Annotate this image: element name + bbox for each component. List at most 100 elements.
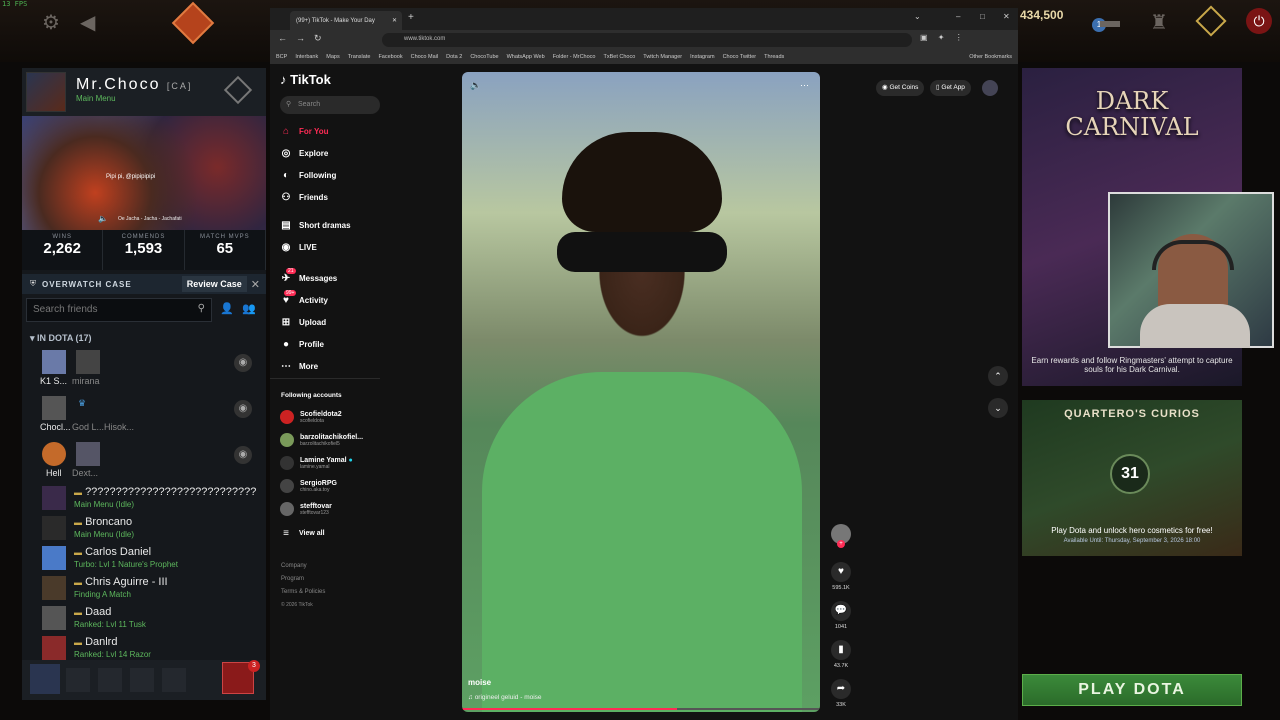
video-player[interactable]: 🔈 ⋯ moise ♫ origineel geluid - moise: [462, 72, 820, 712]
share-button[interactable]: ➦ 33K: [830, 679, 852, 708]
extensions-icon[interactable]: ▣ ✦ ⋮: [920, 33, 967, 42]
prev-video-button[interactable]: ⌃: [988, 366, 1008, 386]
address-bar[interactable]: www.tiktok.com: [382, 33, 912, 47]
nav-upload[interactable]: ⊞ Upload: [280, 317, 326, 328]
dota-logo-icon[interactable]: [171, 1, 215, 45]
close-window-icon[interactable]: ✕: [1003, 12, 1010, 21]
plus-subscription-icon[interactable]: [1195, 5, 1227, 37]
armory-icon[interactable]: ♜: [1150, 10, 1168, 35]
reload-icon[interactable]: ↻: [314, 33, 322, 44]
spectate-eye-icon[interactable]: ◉: [234, 400, 252, 418]
view-all-link[interactable]: ≡ View all: [280, 528, 324, 539]
settings-gear-icon[interactable]: ⚙: [42, 10, 60, 35]
party-row[interactable]: ♛ Chocl... God L...Hisok... ◉: [40, 394, 260, 434]
nav-following[interactable]: ◐ Following: [280, 170, 336, 181]
nav-short-dramas[interactable]: ▤ Short dramas: [280, 220, 350, 231]
list-item[interactable]: ▬ Broncano Main Menu (Idle): [42, 514, 262, 544]
next-video-button[interactable]: ⌄: [988, 398, 1008, 418]
empty-party-slot[interactable]: [98, 668, 122, 692]
profile-header[interactable]: Mr.Choco [CA] Main Menu: [22, 68, 266, 116]
avatar[interactable]: [30, 664, 60, 694]
get-app-button[interactable]: ▯ Get App: [930, 80, 971, 96]
minimize-icon[interactable]: –: [956, 12, 960, 21]
nav-for-you[interactable]: ⌂ For You: [280, 126, 329, 137]
nav-friends[interactable]: ⚇ Friends: [280, 192, 328, 203]
search-friends-input[interactable]: Search friends ⚲: [26, 298, 212, 322]
spectate-eye-icon[interactable]: ◉: [234, 354, 252, 372]
list-item[interactable]: ▬ Carlos Daniel Turbo: Lvl 1 Nature's Pr…: [42, 544, 262, 574]
list-item[interactable]: ▬ Daad Ranked: Lvl 11 Tusk: [42, 604, 262, 634]
bookmark-item[interactable]: Twitch Manager: [643, 54, 682, 60]
bookmark-item[interactable]: Other Bookmarks: [969, 54, 1012, 60]
friends-group-icon[interactable]: 👥: [242, 302, 256, 315]
nav-more[interactable]: ⋯ More: [280, 361, 318, 372]
bookmark-item[interactable]: Facebook: [378, 54, 402, 60]
list-item[interactable]: ▬ Chris Aguirre - III Finding A Match: [42, 574, 262, 604]
bookmark-item[interactable]: Dota 2: [446, 54, 462, 60]
add-friend-icon[interactable]: 👤: [220, 302, 234, 315]
empty-party-slot[interactable]: [66, 668, 90, 692]
bookmark-item[interactable]: Interbank: [295, 54, 318, 60]
search-input[interactable]: ⚲ Search: [280, 96, 380, 114]
following-account[interactable]: barzolitachikofiel... barzolitachikofiel5: [280, 433, 363, 447]
nav-live[interactable]: ◉ LIVE: [280, 242, 317, 253]
power-icon[interactable]: ⏻: [1246, 8, 1272, 34]
bookmark-item[interactable]: Translate: [348, 54, 371, 60]
bookmark-item[interactable]: Instagram: [690, 54, 714, 60]
review-case-button[interactable]: Review Case: [181, 276, 247, 292]
bookmark-item[interactable]: Maps: [326, 54, 339, 60]
list-item[interactable]: ▬ ???????????????????????????? Main Menu…: [42, 484, 262, 514]
rank-medal-icon[interactable]: [223, 75, 253, 105]
footer-terms[interactable]: Terms & Policies: [281, 586, 325, 599]
bookmark-item[interactable]: WhatsApp Web: [507, 54, 545, 60]
following-account[interactable]: SergioRPG chino.aka.toy: [280, 479, 337, 493]
nav-messages[interactable]: ✈ Messages: [280, 273, 337, 284]
party-row[interactable]: Hell Dext... ◉: [40, 440, 260, 480]
bookmark-item[interactable]: Threads: [764, 54, 784, 60]
back-icon[interactable]: ←: [278, 33, 287, 43]
bookmark-item[interactable]: BCP: [276, 54, 287, 60]
tab-tiktok[interactable]: (99+) TikTok - Make Your Day ✕: [290, 11, 402, 30]
progress-track[interactable]: [462, 708, 820, 710]
maximize-icon[interactable]: □: [980, 12, 985, 21]
following-account[interactable]: Scofieldota2 scofieldota: [280, 410, 342, 424]
following-account[interactable]: stefftovar stefftovar123: [280, 502, 332, 516]
close-icon[interactable]: ✕: [251, 278, 260, 291]
nav-explore[interactable]: ◎ Explore: [280, 148, 329, 159]
tickets-icon[interactable]: ▬: [1100, 10, 1120, 33]
back-arrow-icon[interactable]: ◀: [80, 10, 95, 35]
bookmark-item[interactable]: Folder - MrChoco: [553, 54, 596, 60]
play-dota-button[interactable]: PLAY DOTA: [1022, 674, 1242, 706]
spectate-eye-icon[interactable]: ◉: [234, 446, 252, 464]
close-tab-icon[interactable]: ✕: [392, 17, 397, 24]
video-sound[interactable]: ♫ origineel geluid - moise: [468, 694, 542, 701]
bookmark-item[interactable]: Choco Twitter: [723, 54, 757, 60]
more-options-icon[interactable]: ⋯: [800, 80, 809, 91]
bookmark-item[interactable]: TxBet Choco: [603, 54, 635, 60]
mute-icon[interactable]: 🔈: [470, 80, 481, 91]
footer-program[interactable]: Program: [281, 573, 325, 586]
like-button[interactable]: ♥ 595.1K: [830, 562, 852, 591]
bookmark-item[interactable]: ChocoTube: [470, 54, 498, 60]
avatar[interactable]: [26, 72, 66, 112]
comment-button[interactable]: 💬 1041: [830, 601, 852, 630]
empty-party-slot[interactable]: [130, 668, 154, 692]
footer-company[interactable]: Company: [281, 560, 325, 573]
bookmark-item[interactable]: Choco Mail: [411, 54, 439, 60]
user-avatar[interactable]: [982, 80, 998, 96]
nav-profile[interactable]: ● Profile: [280, 339, 324, 350]
following-account[interactable]: Lamine Yamal ● lamine.yamal: [280, 456, 353, 470]
bookmark-button[interactable]: ▮ 43.7K: [830, 640, 852, 669]
nav-activity[interactable]: ♥ Activity: [280, 295, 328, 306]
creator-avatar[interactable]: +: [830, 524, 852, 548]
empty-party-slot[interactable]: [162, 668, 186, 692]
get-coins-button[interactable]: ◉ Get Coins: [876, 80, 925, 96]
volume-icon[interactable]: 🔈: [98, 214, 108, 223]
forward-icon[interactable]: →: [296, 33, 305, 43]
chevron-down-icon[interactable]: ⌄: [914, 12, 921, 21]
quarteros-curios-card[interactable]: QUARTERO'S CURIOS 31 Play Dota and unloc…: [1022, 400, 1242, 556]
new-tab-icon[interactable]: +: [408, 12, 414, 23]
video-author[interactable]: moise: [468, 678, 491, 687]
tiktok-logo[interactable]: ♪ TikTok: [280, 72, 331, 87]
in-dota-group-header[interactable]: ▾ IN DOTA (17): [30, 333, 92, 344]
